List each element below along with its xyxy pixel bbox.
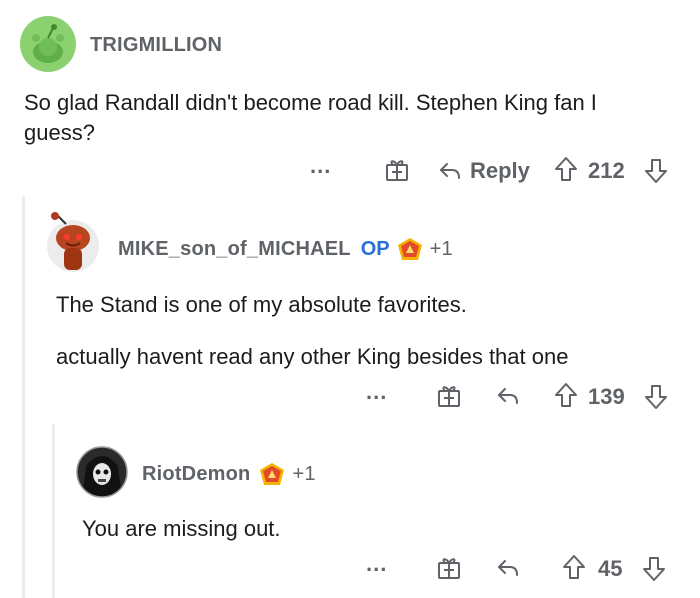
upvote-icon[interactable] (562, 554, 586, 580)
comment-username[interactable]: RiotDemon (142, 463, 250, 486)
more-dots: ... (366, 551, 388, 576)
avatar[interactable] (76, 446, 128, 498)
more-dots: ... (366, 379, 388, 404)
award-count: +1 (292, 462, 316, 485)
reply-button[interactable] (496, 386, 520, 406)
award-badge-icon[interactable] (396, 236, 424, 262)
comment-username[interactable]: MIKE_son_of_MICHAEL (118, 238, 351, 261)
avatar[interactable] (44, 210, 102, 274)
downvote-icon[interactable] (642, 556, 666, 582)
award-gift-icon[interactable] (436, 383, 462, 409)
more-dots: ... (310, 153, 332, 178)
comment-text: You are missing out. (82, 516, 281, 541)
vote-count: 139 (588, 384, 625, 409)
award-gift-icon[interactable] (436, 555, 462, 581)
award-count: +1 (429, 237, 453, 260)
more-options-button[interactable]: ... (366, 551, 388, 586)
avatar[interactable] (20, 16, 76, 72)
reply-button[interactable] (496, 558, 520, 578)
upvote-icon[interactable] (554, 156, 578, 182)
award-badge-icon[interactable] (258, 461, 286, 487)
comment-text: actually havent read any other King besi… (56, 344, 569, 369)
vote-count: 212 (588, 158, 625, 183)
vote-count: 45 (598, 556, 623, 581)
more-options-button[interactable]: ... (366, 379, 388, 414)
op-badge: OP (360, 237, 390, 260)
upvote-icon[interactable] (554, 382, 578, 408)
comment-text: So glad Randall didn't become road kill.… (24, 90, 597, 145)
comment-text: The Stand is one of my absolute favorite… (56, 292, 467, 317)
downvote-icon[interactable] (644, 158, 668, 184)
reply-label: Reply (470, 158, 530, 183)
thread-line-level-1[interactable] (22, 196, 25, 598)
downvote-icon[interactable] (644, 384, 668, 410)
thread-line-level-2[interactable] (52, 424, 55, 598)
comment-username[interactable]: TRIGMILLION (90, 34, 222, 57)
reply-arrow-icon (438, 161, 462, 181)
award-gift-icon[interactable] (384, 157, 410, 183)
more-options-button[interactable]: ... (310, 153, 332, 188)
reply-button[interactable]: Reply (438, 154, 530, 188)
